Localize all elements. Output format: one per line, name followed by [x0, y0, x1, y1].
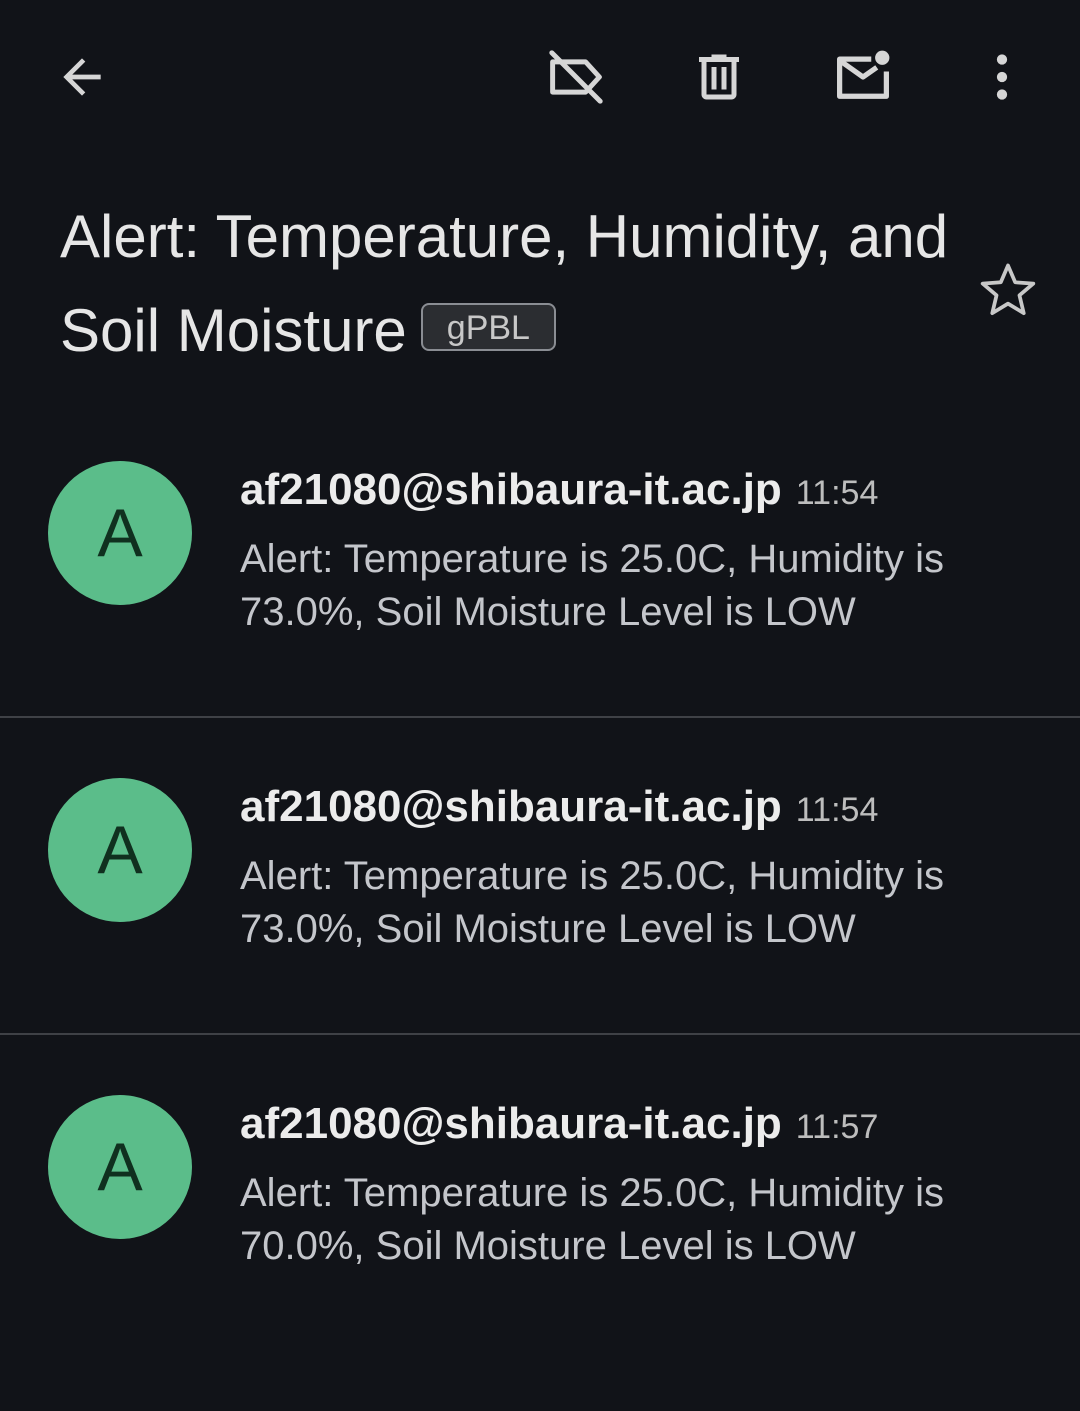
message-time: 11:57: [795, 1108, 879, 1146]
message-item[interactable]: A af21080@shibaura-it.ac.jp 11:54 Alert: …: [0, 778, 1080, 1094]
message-time: 11:54: [795, 474, 879, 512]
divider: [0, 1033, 1080, 1035]
more-vert-icon: [996, 54, 1008, 100]
delete-button[interactable]: [679, 37, 759, 117]
sender-address: af21080@shibaura-it.ac.jp: [240, 465, 782, 514]
top-app-bar: [0, 0, 1080, 160]
message-item[interactable]: A af21080@shibaura-it.ac.jp 11:57 Alert: …: [0, 1095, 1080, 1411]
message-time: 11:54: [795, 791, 879, 829]
mail-unread-icon: [837, 50, 890, 99]
message-header: af21080@shibaura-it.ac.jp 11:54: [240, 465, 878, 515]
sender-address: af21080@shibaura-it.ac.jp: [240, 782, 782, 831]
back-button[interactable]: [42, 37, 122, 117]
label-off-icon: [549, 50, 603, 104]
avatar[interactable]: A: [48, 778, 192, 922]
trash-icon: [699, 54, 739, 100]
star-outline-icon: [980, 263, 1036, 316]
message-header: af21080@shibaura-it.ac.jp 11:57: [240, 1099, 878, 1149]
email-subject: Alert: Temperature, Humidity, and Soil M…: [60, 190, 960, 378]
avatar[interactable]: A: [48, 461, 192, 605]
avatar[interactable]: A: [48, 1095, 192, 1239]
star-button[interactable]: [968, 250, 1048, 330]
divider: [0, 716, 1080, 718]
message-snippet: Alert: Temperature is 25.0C, Humidity is…: [240, 854, 944, 951]
message-item[interactable]: A af21080@shibaura-it.ac.jp 11:54 Alert: …: [0, 461, 1080, 777]
message-snippet: Alert: Temperature is 25.0C, Humidity is…: [240, 1171, 944, 1268]
remove-label-button[interactable]: [536, 37, 616, 117]
subject-header: Alert: Temperature, Humidity, and Soil M…: [60, 190, 960, 378]
mark-unread-button[interactable]: [823, 37, 903, 117]
label-chip[interactable]: gPBL: [420, 303, 556, 352]
message-header: af21080@shibaura-it.ac.jp 11:54: [240, 782, 878, 832]
more-options-button[interactable]: [962, 37, 1042, 117]
message-snippet: Alert: Temperature is 25.0C, Humidity is…: [240, 537, 944, 634]
arrow-left-icon: [63, 58, 101, 96]
sender-address: af21080@shibaura-it.ac.jp: [240, 1099, 782, 1148]
